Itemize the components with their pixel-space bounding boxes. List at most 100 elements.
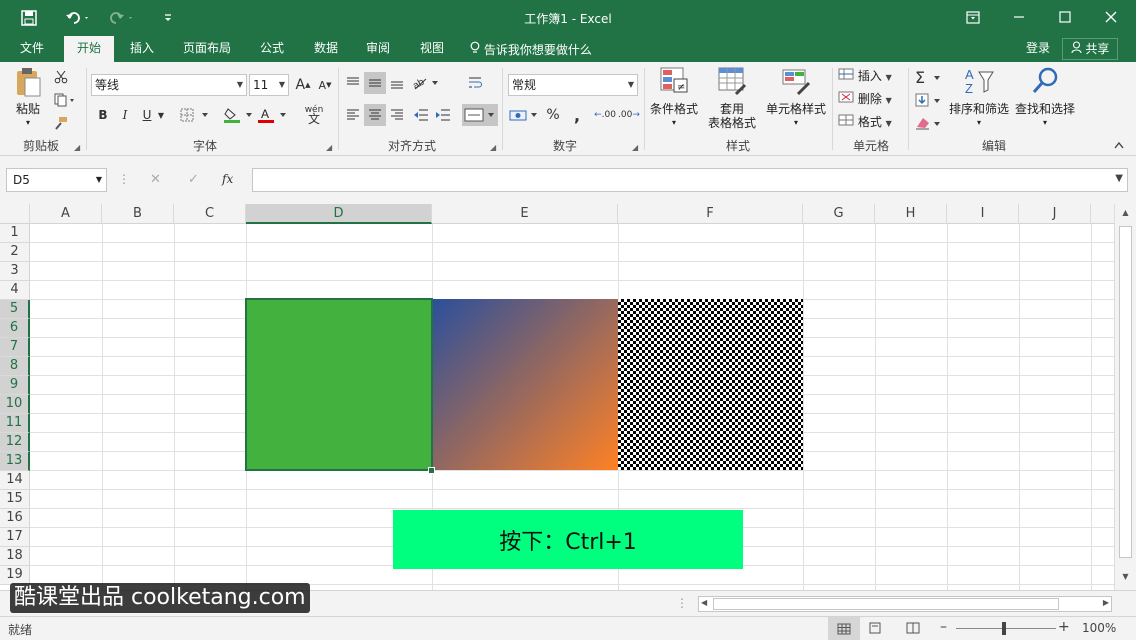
column-header[interactable]: F <box>618 204 803 224</box>
align-right-icon[interactable] <box>386 104 408 126</box>
zoom-out-icon[interactable]: – <box>940 619 947 635</box>
percent-button[interactable]: % <box>542 104 564 126</box>
row-header[interactable]: 14 <box>0 471 30 490</box>
column-header[interactable]: C <box>174 204 246 224</box>
merge-center-icon[interactable] <box>462 104 498 126</box>
decrease-decimal-button[interactable]: .00 → <box>618 104 640 126</box>
comma-button[interactable]: , <box>566 104 588 126</box>
tab-insert[interactable]: 插入 <box>118 36 166 62</box>
increase-decimal-button[interactable]: ← .00 <box>594 104 616 126</box>
sort-filter-button[interactable]: AZ 排序和筛选 ▾ <box>946 66 1012 132</box>
scroll-right-icon[interactable]: ▶ <box>1103 598 1109 607</box>
autosum-icon[interactable]: Σ <box>912 66 944 88</box>
align-bottom-icon[interactable] <box>386 72 408 94</box>
collapse-ribbon-icon[interactable] <box>1108 134 1130 156</box>
scroll-up-icon[interactable]: ▲ <box>1115 208 1136 217</box>
row-header[interactable]: 4 <box>0 281 30 300</box>
format-as-table-button[interactable]: 套用 表格格式 <box>700 66 764 132</box>
conditional-format-button[interactable]: ≠ 条件格式 ▾ <box>648 66 700 132</box>
cancel-entry-button[interactable]: ✕ <box>150 172 161 187</box>
row-header-selected[interactable]: 5 <box>0 300 30 319</box>
vertical-scroll-thumb[interactable] <box>1119 226 1132 558</box>
formula-input[interactable]: ▼ <box>252 168 1128 192</box>
close-icon[interactable] <box>1088 0 1134 34</box>
fill-color-icon[interactable] <box>222 104 256 126</box>
column-header[interactable]: H <box>875 204 947 224</box>
zoom-in-icon[interactable]: + <box>1058 619 1070 635</box>
expand-formula-icon[interactable]: ▼ <box>1115 173 1123 184</box>
row-header-selected[interactable]: 12 <box>0 433 30 452</box>
zoom-slider-track[interactable] <box>956 628 1056 629</box>
number-format-dropdown[interactable]: 常规 ▼ <box>508 74 638 96</box>
scroll-down-icon[interactable]: ▼ <box>1115 572 1136 581</box>
increase-indent-icon[interactable] <box>432 104 454 126</box>
copy-icon[interactable] <box>50 89 80 111</box>
row-header-selected[interactable]: 11 <box>0 414 30 433</box>
column-header[interactable]: I <box>947 204 1019 224</box>
minimize-icon[interactable] <box>996 0 1042 34</box>
format-painter-icon[interactable] <box>50 112 72 134</box>
column-header[interactable]: J <box>1019 204 1091 224</box>
row-header[interactable]: 16 <box>0 509 30 528</box>
maximize-icon[interactable] <box>1042 0 1088 34</box>
insert-function-button[interactable]: fx <box>222 172 233 186</box>
cut-icon[interactable] <box>50 66 72 88</box>
align-middle-icon[interactable] <box>364 72 386 94</box>
column-header[interactable]: G <box>803 204 875 224</box>
login-link[interactable]: 登录 <box>1018 36 1058 62</box>
orientation-icon[interactable]: ab <box>410 72 442 94</box>
row-header-selected[interactable]: 8 <box>0 357 30 376</box>
tab-data[interactable]: 数据 <box>302 36 350 62</box>
bold-button[interactable]: B <box>92 104 114 126</box>
page-layout-view-icon[interactable] <box>868 622 882 637</box>
column-header-selected[interactable]: D <box>246 204 432 224</box>
grow-font-button[interactable]: A ▲ <box>292 74 314 96</box>
row-header-selected[interactable]: 10 <box>0 395 30 414</box>
scroll-left-icon[interactable]: ◀ <box>701 598 707 607</box>
row-header[interactable]: 1 <box>0 224 30 243</box>
column-header[interactable]: B <box>102 204 174 224</box>
normal-view-icon[interactable] <box>828 617 860 640</box>
fill-handle[interactable] <box>428 467 435 474</box>
fill-down-icon[interactable] <box>912 89 944 111</box>
align-center-icon[interactable] <box>364 104 386 126</box>
horizontal-scroll-thumb[interactable] <box>713 598 1059 610</box>
page-break-view-icon[interactable] <box>906 622 920 637</box>
row-header-selected[interactable]: 7 <box>0 338 30 357</box>
tab-formulas[interactable]: 公式 <box>248 36 296 62</box>
cell-styles-button[interactable]: 单元格样式 ▾ <box>764 66 828 132</box>
paste-button[interactable]: 粘贴 ▾ <box>8 66 48 130</box>
share-button[interactable]: 共享 <box>1062 38 1118 60</box>
name-box[interactable]: D5 ▼ <box>6 168 107 192</box>
alignment-launcher-icon[interactable]: ◢ <box>490 143 496 152</box>
align-left-icon[interactable] <box>342 104 364 126</box>
cell-fill-gradient[interactable] <box>432 299 618 470</box>
tab-home[interactable]: 开始 <box>64 36 114 63</box>
clipboard-launcher-icon[interactable]: ◢ <box>74 143 80 152</box>
zoom-slider-thumb[interactable] <box>1002 622 1006 635</box>
currency-format-icon[interactable] <box>508 104 540 126</box>
row-header[interactable]: 18 <box>0 547 30 566</box>
insert-cells-button[interactable]: 插入 ▼ <box>838 66 904 86</box>
font-launcher-icon[interactable]: ◢ <box>326 143 332 152</box>
column-header[interactable]: A <box>30 204 102 224</box>
tab-page-layout[interactable]: 页面布局 <box>172 36 242 62</box>
delete-cells-button[interactable]: 删除 ▼ <box>838 89 904 109</box>
shrink-font-button[interactable]: A ▼ <box>314 74 336 96</box>
row-header-selected[interactable]: 6 <box>0 319 30 338</box>
row-header[interactable]: 2 <box>0 243 30 262</box>
worksheet-grid[interactable]: 按下：Ctrl+1 A B C D E F G H I J 1234567891… <box>0 204 1136 590</box>
tab-split-grip-icon[interactable]: ⋮ <box>676 596 688 610</box>
underline-dropdown-icon[interactable]: ▼ <box>154 104 168 126</box>
find-select-button[interactable]: 查找和选择 ▾ <box>1012 66 1078 132</box>
column-header[interactable]: E <box>432 204 618 224</box>
horizontal-scrollbar[interactable]: ◀ ▶ <box>698 596 1112 612</box>
font-size-dropdown[interactable]: 11 ▼ <box>249 74 289 96</box>
font-color-icon[interactable]: A <box>256 104 290 126</box>
tab-file[interactable]: 文件 <box>8 36 56 62</box>
ribbon-display-icon[interactable] <box>950 0 996 34</box>
row-header[interactable]: 15 <box>0 490 30 509</box>
enter-entry-button[interactable]: ✓ <box>188 172 199 187</box>
borders-icon[interactable] <box>178 104 212 126</box>
vertical-scrollbar[interactable]: ▲ ▼ <box>1114 204 1136 590</box>
